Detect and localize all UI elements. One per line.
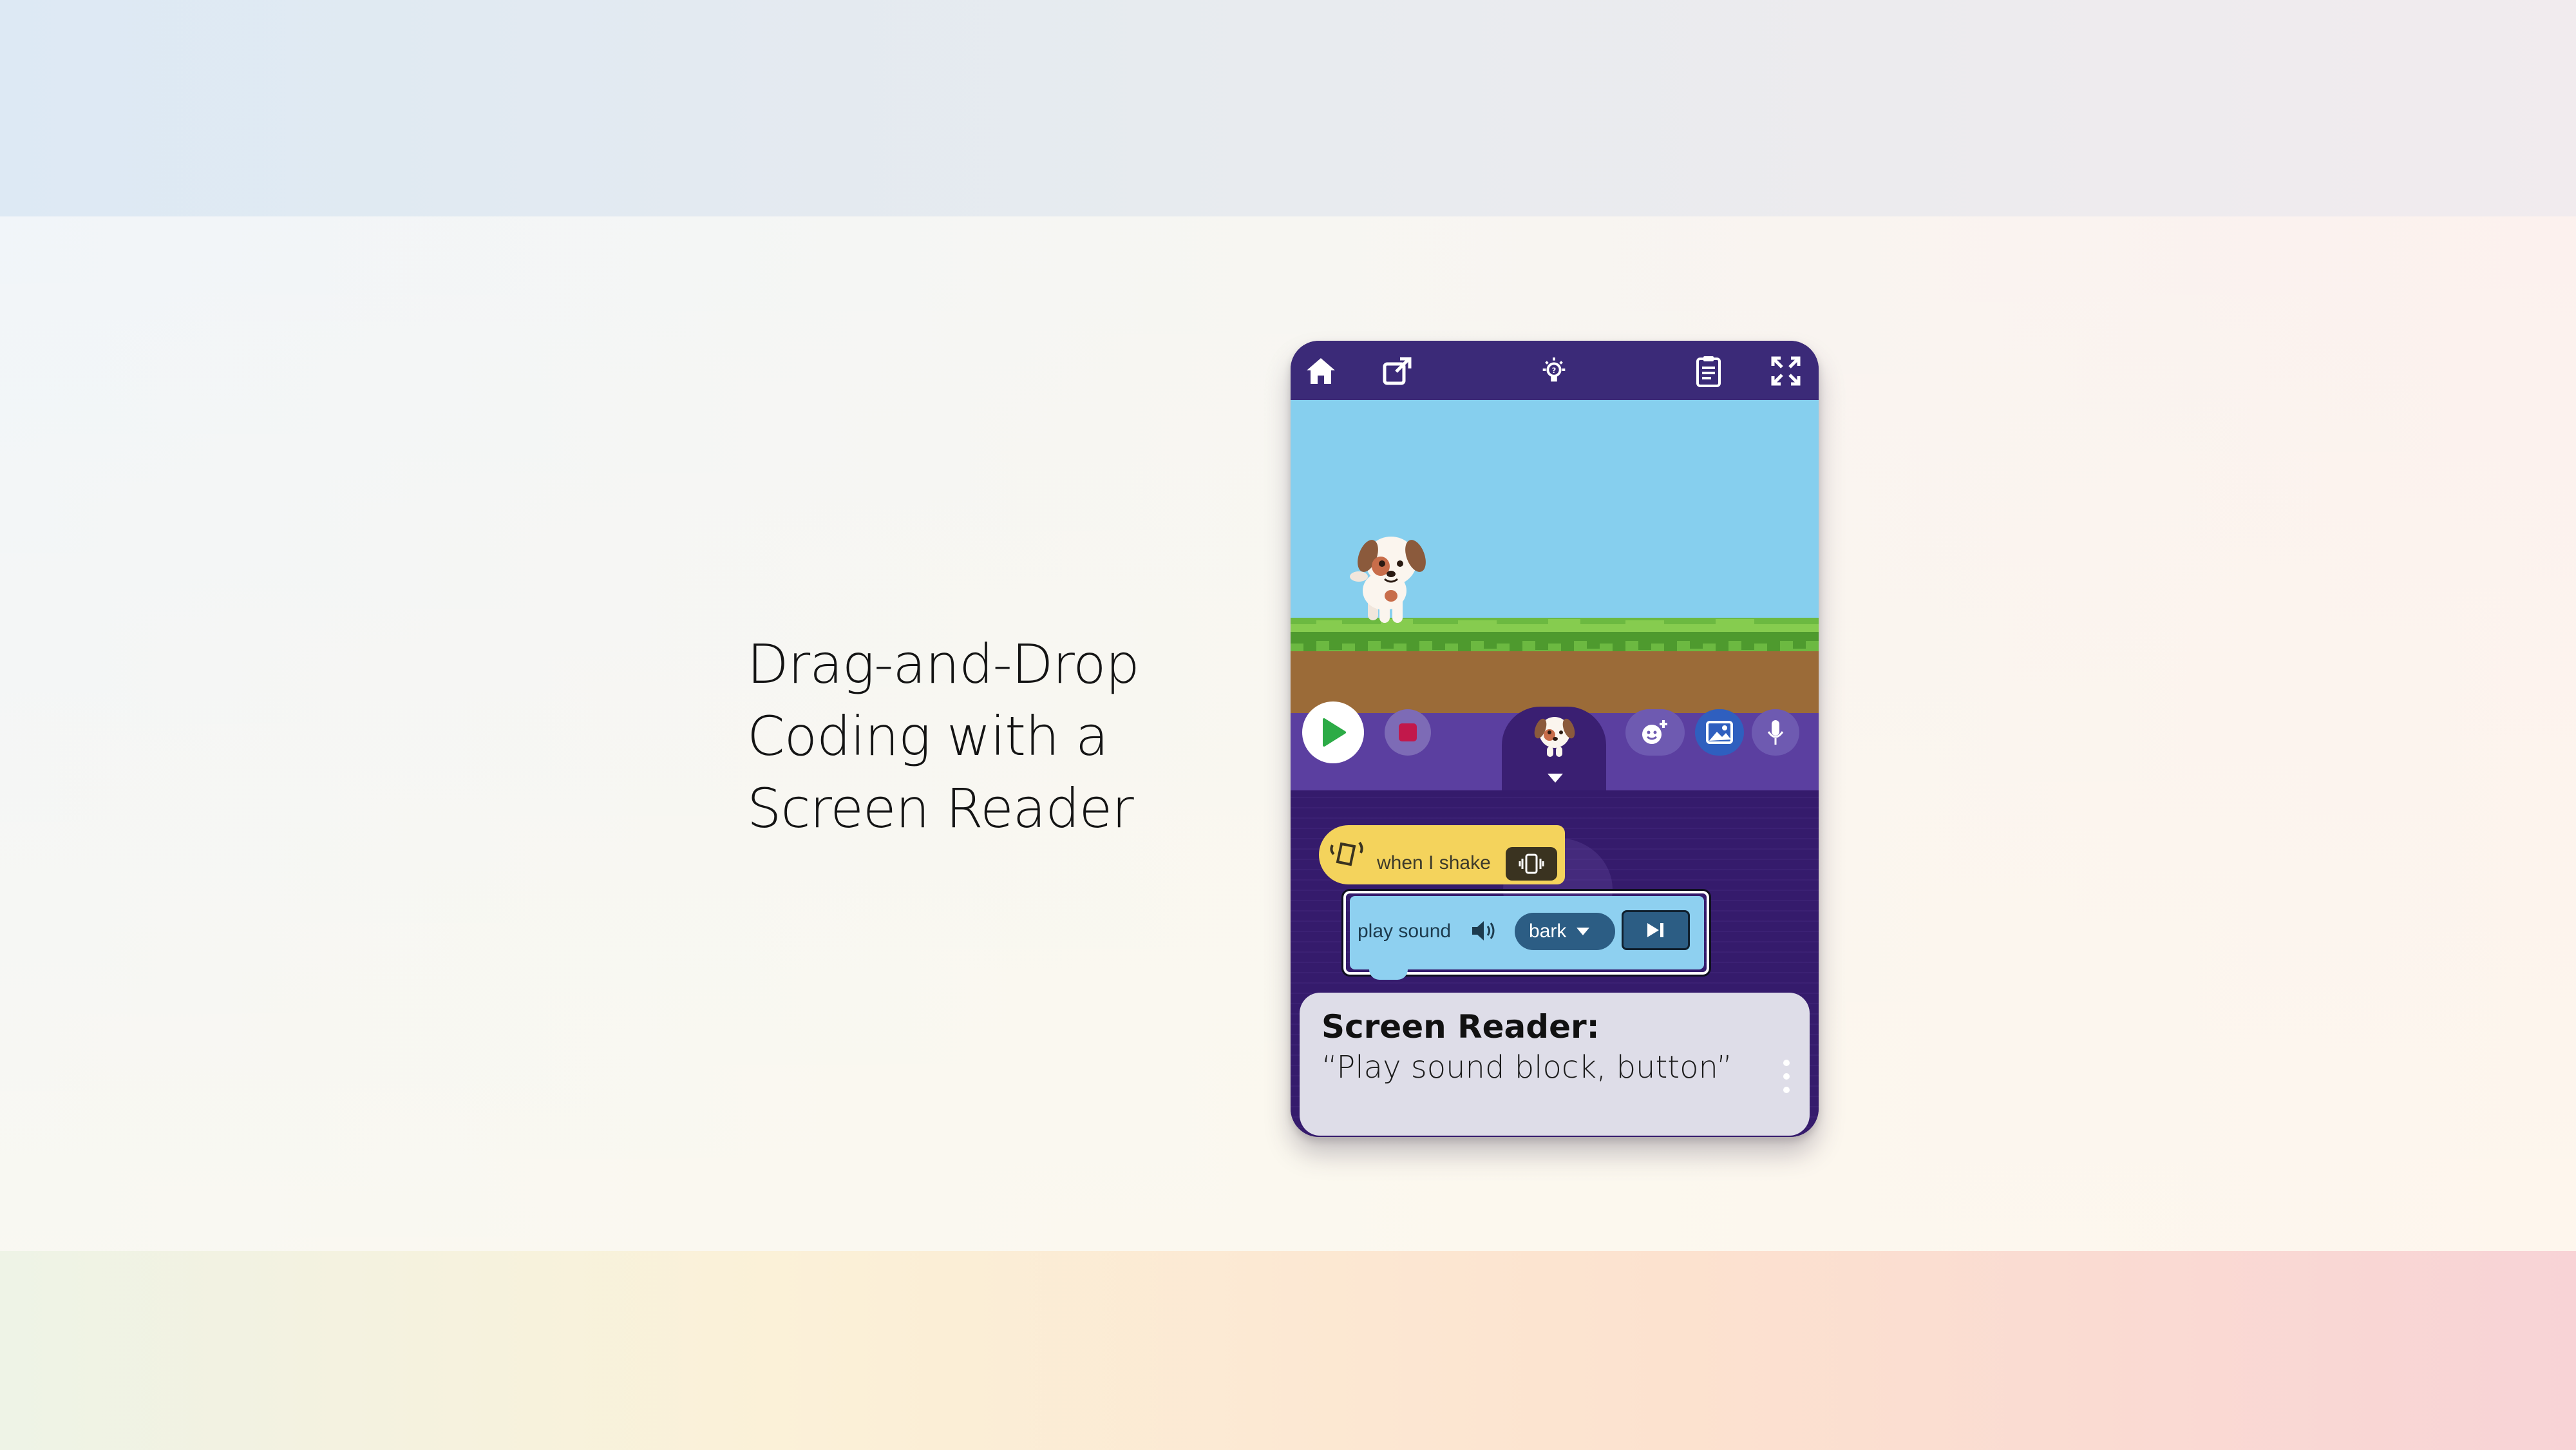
phone-app-window: ? when I shake play sound bark Screen Re… bbox=[1291, 341, 1819, 1137]
add-character-icon bbox=[1642, 720, 1667, 744]
stop-icon bbox=[1399, 723, 1417, 741]
green-flag-play-icon bbox=[1323, 718, 1346, 747]
svg-text:?: ? bbox=[1552, 366, 1557, 375]
dog-sprite[interactable] bbox=[1340, 526, 1443, 629]
background-image-icon bbox=[1706, 721, 1733, 744]
microphone-button[interactable] bbox=[1752, 709, 1799, 756]
headline-line-1: Drag-and-Drop bbox=[747, 633, 1140, 696]
dirt-strip bbox=[1291, 651, 1819, 713]
phone-vibrate-trigger[interactable] bbox=[1506, 847, 1557, 881]
shake-icon bbox=[1323, 828, 1370, 875]
block-notch bbox=[1369, 963, 1408, 980]
hint-lightbulb-icon[interactable]: ? bbox=[1538, 355, 1570, 387]
speaker-icon bbox=[1472, 921, 1495, 940]
fullscreen-icon[interactable] bbox=[1770, 355, 1802, 387]
headline-line-3: Screen Reader bbox=[747, 777, 1134, 840]
background-bottom-band bbox=[0, 1251, 2576, 1450]
skip-forward-icon bbox=[1647, 923, 1663, 937]
screen-reader-title: Screen Reader: bbox=[1321, 1008, 1600, 1045]
green-flag-play-button[interactable] bbox=[1302, 701, 1364, 763]
sprite-menu-chevron-down-icon[interactable] bbox=[1548, 774, 1563, 783]
stop-button[interactable] bbox=[1385, 709, 1431, 756]
phone-vibrate-icon bbox=[1519, 854, 1544, 874]
microphone-icon bbox=[1767, 720, 1784, 745]
more-options-icon[interactable] bbox=[1783, 1060, 1790, 1093]
background-top-band bbox=[0, 0, 2576, 216]
headline-line-2: Coding with a bbox=[747, 705, 1108, 768]
home-icon[interactable] bbox=[1305, 355, 1337, 387]
screen-reader-text: “Play sound block, button” bbox=[1321, 1049, 1733, 1085]
play-sound-preview-button[interactable] bbox=[1622, 910, 1690, 950]
headline: Drag-and-Drop Coding with a Screen Reade… bbox=[747, 628, 1236, 844]
action-block-label: play sound bbox=[1358, 921, 1452, 942]
add-character-button[interactable] bbox=[1625, 709, 1685, 756]
project-info-icon[interactable] bbox=[1692, 355, 1725, 387]
background-middle-band bbox=[0, 216, 2576, 1251]
chevron-down-icon bbox=[1577, 928, 1590, 935]
sound-dropdown[interactable]: bark bbox=[1515, 913, 1615, 950]
background-image-button[interactable] bbox=[1695, 709, 1744, 756]
share-icon[interactable] bbox=[1381, 355, 1413, 387]
event-block-label: when I shake bbox=[1377, 852, 1491, 873]
sound-dropdown-value: bark bbox=[1529, 921, 1567, 942]
dog-sprite-thumbnail[interactable] bbox=[1530, 707, 1579, 758]
